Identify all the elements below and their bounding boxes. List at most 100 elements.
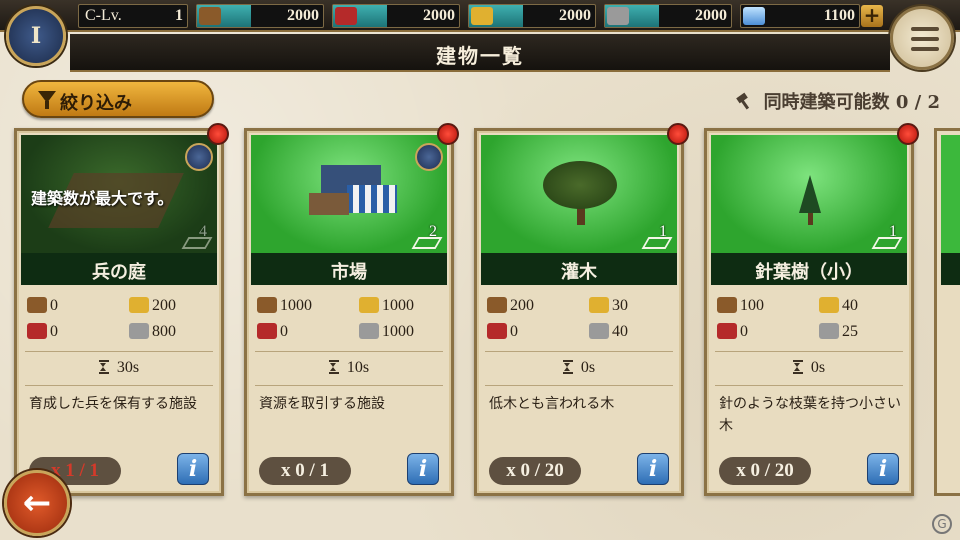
gold-icon — [471, 7, 493, 25]
building-costs: 0 200 0 800 — [23, 291, 215, 347]
gold-value: 2000 — [559, 7, 591, 24]
meat-icon — [487, 323, 507, 339]
building-image — [481, 135, 677, 253]
stone-icon — [129, 323, 149, 339]
resource-gold[interactable]: 2000 — [468, 4, 596, 28]
wood-icon — [487, 297, 507, 313]
build-time: 0s — [477, 359, 681, 377]
gold-icon — [359, 297, 379, 313]
hourglass-icon — [562, 360, 573, 374]
build-count: x 0 / 20 — [489, 457, 581, 485]
wood-value: 2000 — [287, 7, 319, 24]
simultaneous-text: 同時建築可能数 0 / 2 — [763, 92, 940, 113]
building-image — [711, 135, 907, 253]
building-description: 針のような枝葉を持つ小さい木 — [719, 396, 901, 434]
meat-icon — [257, 323, 277, 339]
building-description: 育成した兵を保有する施設 — [29, 396, 197, 412]
emblem-label: I — [30, 23, 42, 49]
cost-stone: 1000 — [359, 323, 414, 341]
cost-wood: 0 — [27, 297, 58, 315]
cost-stone: 40 — [589, 323, 628, 341]
resource-bar: C-Lv. 1 2000 2000 2000 2000 1100 + — [0, 0, 960, 32]
building-costs: 100 40 0 25 — [713, 291, 905, 347]
wood-icon — [199, 7, 221, 25]
watermark-logo: G — [932, 514, 952, 534]
building-card-shrub[interactable]: 1 灌木 200 30 0 40 0s 低木とも言われる木 x 0 / 20 i — [474, 123, 689, 496]
gold-icon — [819, 297, 839, 313]
meat-icon — [27, 323, 47, 339]
building-description: 低木とも言われる木 — [489, 396, 615, 412]
filter-button[interactable]: 絞り込み — [22, 80, 214, 118]
building-costs: 200 30 0 40 — [483, 291, 675, 347]
c-level-label: C-Lv. — [85, 7, 122, 24]
stone-icon — [359, 323, 379, 339]
cost-gold: 200 — [129, 297, 176, 315]
back-button[interactable]: ← — [4, 470, 70, 536]
cost-stone: 800 — [129, 323, 176, 341]
building-card-small-conifer[interactable]: 1 針葉樹（小） 100 40 0 25 0s 針のような枝葉を持つ小さい木 x… — [704, 123, 919, 496]
hourglass-icon — [792, 360, 803, 374]
building-name: 兵の庭 — [92, 262, 146, 283]
title-bar: 建物一覧 — [70, 34, 890, 72]
build-time: 0s — [707, 359, 911, 377]
cost-wood: 100 — [717, 297, 764, 315]
meat-value: 2000 — [423, 7, 455, 24]
notification-dot-icon — [667, 123, 689, 145]
cost-meat: 0 — [257, 323, 288, 341]
gem-value: 1100 — [823, 7, 855, 24]
cost-meat: 0 — [487, 323, 518, 341]
info-button[interactable]: i — [867, 453, 899, 485]
building-name-bar: 市場 — [251, 253, 447, 285]
gem-icon — [743, 7, 765, 25]
filter-label: 絞り込み — [60, 93, 132, 114]
building-name: 針葉樹（小） — [755, 262, 863, 283]
menu-button[interactable] — [890, 6, 954, 70]
building-card-market[interactable]: 2 市場 1000 1000 0 1000 10s 資源を取引する施設 x 0 … — [244, 123, 459, 496]
building-card-barracks[interactable]: 建築数が最大です。 4 兵の庭 0 200 0 800 30s 育成した兵を保有… — [14, 123, 229, 496]
notification-dot-icon — [207, 123, 229, 145]
building-description: 資源を取引する施設 — [259, 396, 385, 412]
building-name-bar: 針葉樹（小） — [711, 253, 907, 285]
building-name-bar: 兵の庭 — [21, 253, 217, 285]
info-button[interactable]: i — [407, 453, 439, 485]
wood-icon — [27, 297, 47, 313]
wood-icon — [257, 297, 277, 313]
cost-wood: 200 — [487, 297, 534, 315]
building-card-partial[interactable] — [934, 128, 960, 496]
building-name-bar: 灌木 — [481, 253, 677, 285]
build-time: 10s — [247, 359, 451, 377]
wood-icon — [717, 297, 737, 313]
emblem-badge-icon — [185, 143, 213, 171]
hourglass-icon — [328, 360, 339, 374]
stone-icon — [589, 323, 609, 339]
cost-meat: 0 — [717, 323, 748, 341]
resource-meat[interactable]: 2000 — [332, 4, 460, 28]
add-gems-button[interactable]: + — [861, 5, 883, 27]
cost-gold: 30 — [589, 297, 628, 315]
build-time: 30s — [17, 359, 221, 377]
hourglass-icon — [98, 360, 109, 374]
info-button[interactable]: i — [177, 453, 209, 485]
cost-wood: 1000 — [257, 297, 312, 315]
resource-gems[interactable]: 1100 + — [740, 4, 883, 28]
notification-dot-icon — [437, 123, 459, 145]
cost-meat: 0 — [27, 323, 58, 341]
resource-wood[interactable]: 2000 — [196, 4, 324, 28]
max-built-message: 建築数が最大です。 — [31, 189, 174, 208]
filter-icon — [38, 91, 56, 109]
building-costs: 1000 1000 0 1000 — [253, 291, 445, 347]
stone-icon — [607, 7, 629, 25]
meat-icon — [335, 7, 357, 25]
info-button[interactable]: i — [637, 453, 669, 485]
stone-value: 2000 — [695, 7, 727, 24]
gold-icon — [589, 297, 609, 313]
c-level-value: 1 — [175, 7, 183, 24]
hammer-icon — [736, 92, 750, 110]
simultaneous-build-count: 同時建築可能数 0 / 2 — [735, 88, 940, 114]
resource-stone[interactable]: 2000 — [604, 4, 732, 28]
meat-icon — [717, 323, 737, 339]
emblem-badge-icon — [415, 143, 443, 171]
commander-level: C-Lv. 1 — [78, 4, 188, 28]
cost-gold: 40 — [819, 297, 858, 315]
player-emblem[interactable]: I — [6, 6, 66, 66]
